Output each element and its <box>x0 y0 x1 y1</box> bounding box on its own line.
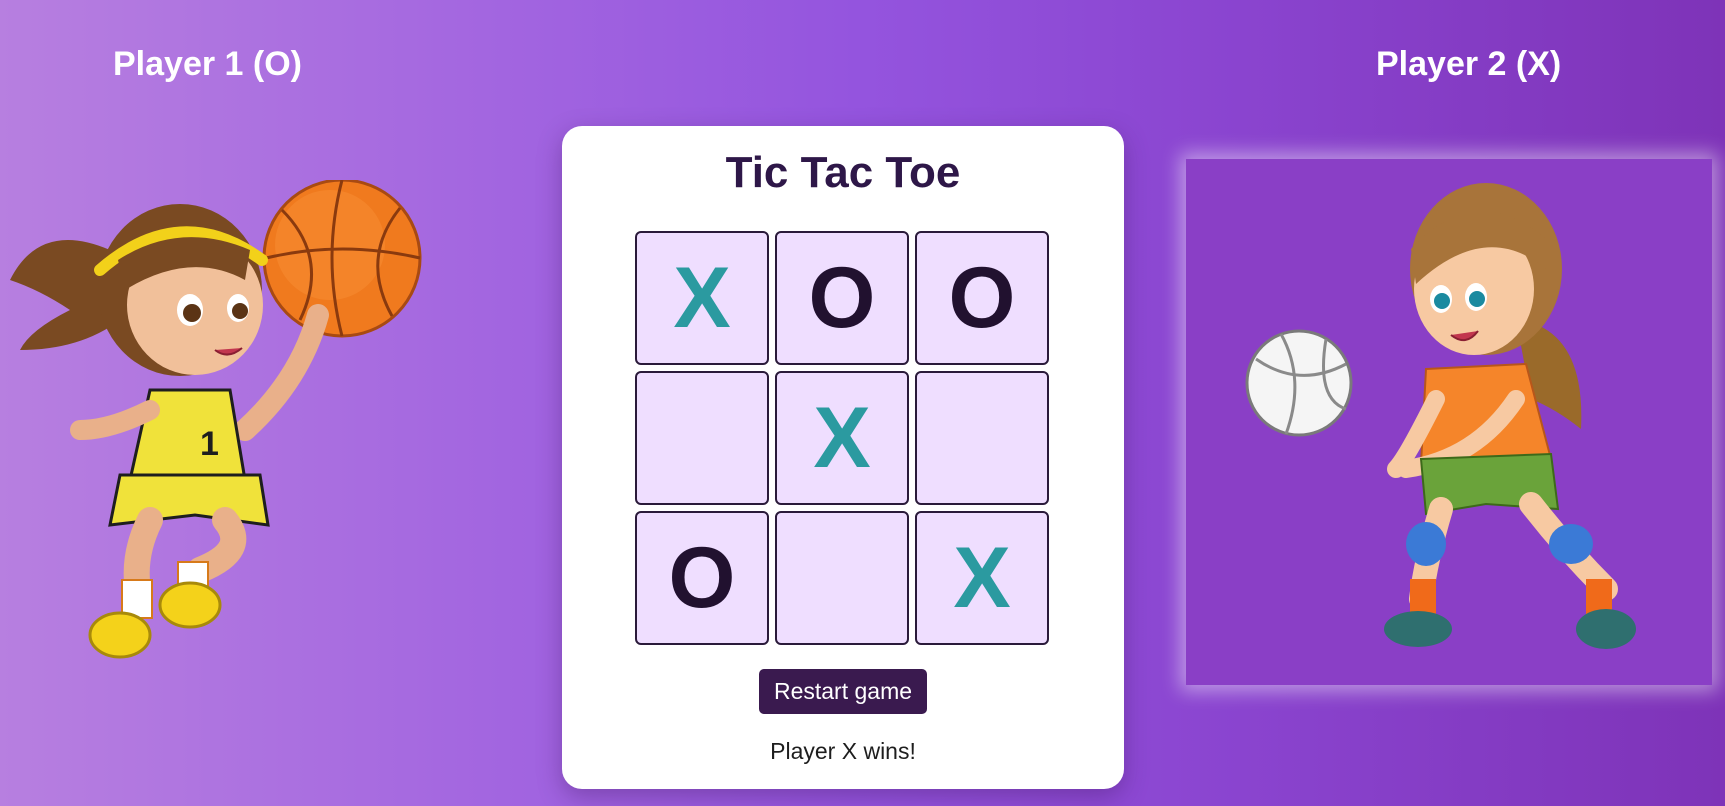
player-2-frame <box>1186 159 1712 685</box>
board-cell[interactable]: O <box>635 511 769 645</box>
girl-volleyball-illustration <box>1245 183 1636 649</box>
game-title: Tic Tac Toe <box>725 148 961 197</box>
player-1-title: Player 1 (O) <box>113 45 302 83</box>
game-board: X O O X O X <box>635 231 1049 645</box>
restart-game-button[interactable]: Restart game <box>759 669 927 714</box>
player-2-title: Player 2 (X) <box>1376 45 1562 83</box>
board-cell[interactable]: X <box>635 231 769 365</box>
girl-basketball-illustration: 1 <box>10 180 422 659</box>
board-cell[interactable]: X <box>775 371 909 505</box>
basketball-icon <box>262 180 422 338</box>
board-cell[interactable]: O <box>915 231 1049 365</box>
board-cell[interactable] <box>635 371 769 505</box>
board-cell[interactable] <box>915 371 1049 505</box>
jersey-number: 1 <box>200 425 219 463</box>
volleyball-icon <box>1245 329 1353 437</box>
board-cell[interactable]: O <box>775 231 909 365</box>
board-cell[interactable] <box>775 511 909 645</box>
game-status: Player X wins! <box>770 738 916 764</box>
board-cell[interactable]: X <box>915 511 1049 645</box>
